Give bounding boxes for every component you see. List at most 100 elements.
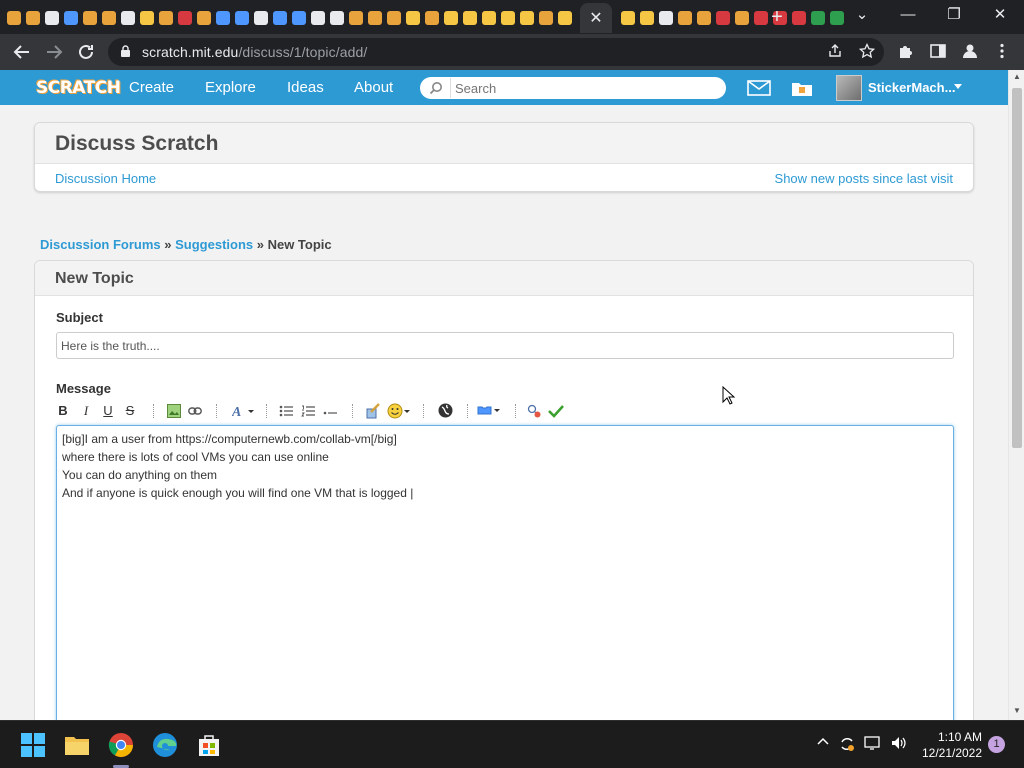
insert-image-icon[interactable] [166,401,182,421]
side-panel-icon[interactable] [928,42,948,62]
scratch-tab-icon[interactable] [82,11,97,25]
page-tab-icon[interactable] [810,11,825,25]
more-menu-icon[interactable] [992,42,1012,62]
page-tab-icon[interactable] [253,11,268,25]
messages-envelope-icon[interactable] [747,80,771,96]
scroll-down-arrow-icon[interactable]: ▼ [1009,704,1024,718]
page-tab-icon[interactable] [462,11,477,25]
bold-button[interactable]: B [56,401,70,421]
scratch-tab-icon[interactable] [348,11,363,25]
scratch-tab-icon[interactable] [424,11,439,25]
windows-start-icon[interactable] [19,731,47,759]
microsoft-store-icon[interactable] [195,731,223,759]
scratch-tab-icon[interactable] [367,11,382,25]
edge-icon[interactable] [151,731,179,759]
username-label[interactable]: StickerMach... [868,70,955,105]
page-tab-icon[interactable] [639,11,654,25]
scratch-tab-icon[interactable] [196,11,211,25]
extensions-puzzle-icon[interactable] [896,42,916,62]
breadcrumb-suggestions-link[interactable]: Suggestions [175,237,253,252]
scratch-tab-icon[interactable] [25,11,40,25]
reload-icon[interactable] [74,40,98,64]
scratch-tab-icon[interactable] [538,11,553,25]
page-tab-icon[interactable] [443,11,458,25]
page-tab-icon[interactable] [139,11,154,25]
page-tab-icon[interactable] [63,11,78,25]
network-icon[interactable] [864,735,882,753]
list-item-icon[interactable] [322,401,338,421]
page-tab-icon[interactable] [715,11,730,25]
share-icon[interactable] [826,43,844,61]
page-tab-icon[interactable] [120,11,135,25]
page-scrollbar[interactable]: ▲ ▼ [1008,70,1024,720]
scratch-tab-icon[interactable] [386,11,401,25]
active-tab-close-button[interactable]: ✕ [580,3,612,33]
user-menu-caret-icon[interactable] [954,84,962,89]
page-tab-icon[interactable] [215,11,230,25]
notification-badge[interactable]: 1 [988,736,1005,753]
page-tab-icon[interactable] [272,11,287,25]
sync-update-icon[interactable] [838,735,856,753]
code-block-icon[interactable] [364,401,382,421]
forward-arrow-icon[interactable] [42,40,66,64]
page-tab-icon[interactable] [658,11,673,25]
window-close-button[interactable]: ✕ [980,4,1020,26]
font-style-dropdown-icon[interactable]: A [231,401,257,421]
restore-button[interactable]: ❐ [934,4,974,26]
scratch-tab-icon[interactable] [696,11,711,25]
message-textarea[interactable]: [big]I am a user from https://computerne… [56,425,954,720]
globe-link-icon[interactable] [436,401,454,421]
subject-input[interactable] [56,332,954,359]
page-tab-icon[interactable] [481,11,496,25]
nav-about-link[interactable]: About [354,70,393,105]
scratch-tab-icon[interactable] [6,11,21,25]
page-tab-icon[interactable] [405,11,420,25]
page-tab-icon[interactable] [177,11,192,25]
lock-icon[interactable] [120,45,131,58]
scratch-tab-icon[interactable] [734,11,749,25]
nav-explore-link[interactable]: Explore [205,70,256,105]
page-tab-icon[interactable] [791,11,806,25]
page-tab-icon[interactable] [500,11,515,25]
search-icon[interactable] [429,81,443,95]
preview-search-icon[interactable] [526,401,542,421]
new-tab-button[interactable]: + [766,6,788,28]
page-tab-icon[interactable] [44,11,59,25]
search-input[interactable] [450,78,710,98]
back-arrow-icon[interactable] [10,40,34,64]
show-new-posts-link[interactable]: Show new posts since last visit [775,171,953,186]
page-tab-icon[interactable] [234,11,249,25]
breadcrumb-forums-link[interactable]: Discussion Forums [40,237,161,252]
submit-checkmark-icon[interactable] [547,401,565,421]
nav-ideas-link[interactable]: Ideas [287,70,324,105]
discussion-home-link[interactable]: Discussion Home [55,171,156,186]
my-stuff-folder-icon[interactable] [790,79,814,97]
emoji-smiley-icon[interactable] [386,401,412,421]
scroll-up-arrow-icon[interactable]: ▲ [1009,70,1024,84]
page-tab-icon[interactable] [310,11,325,25]
scratch-tab-icon[interactable] [158,11,173,25]
scratch-tab-icon[interactable] [677,11,692,25]
scratch-block-dropdown-icon[interactable] [476,401,502,421]
file-explorer-icon[interactable] [63,731,91,759]
underline-button[interactable]: U [101,401,115,421]
page-tab-icon[interactable] [620,11,635,25]
strikethrough-button[interactable]: S [123,401,137,421]
minimize-button[interactable]: — [888,4,928,26]
taskbar-clock-date[interactable]: 12/21/2022 [918,746,986,760]
insert-link-icon[interactable] [187,401,203,421]
address-bar[interactable]: scratch.mit.edu/discuss/1/topic/add/ [108,38,884,66]
page-tab-icon[interactable] [557,11,572,25]
scratch-logo[interactable]: SCRATCH [36,77,121,99]
italic-button[interactable]: I [79,401,93,421]
taskbar-clock-time[interactable]: 1:10 AM [930,730,990,744]
bookmark-star-icon[interactable] [858,42,876,61]
scratch-tab-icon[interactable] [101,11,116,25]
scrollbar-thumb[interactable] [1012,88,1022,448]
tray-overflow-chevron-icon[interactable] [814,735,832,753]
page-tab-icon[interactable] [519,11,534,25]
nav-create-link[interactable]: Create [129,70,174,105]
chrome-icon[interactable] [107,731,135,759]
volume-icon[interactable] [890,735,908,753]
profile-icon[interactable] [960,42,980,62]
